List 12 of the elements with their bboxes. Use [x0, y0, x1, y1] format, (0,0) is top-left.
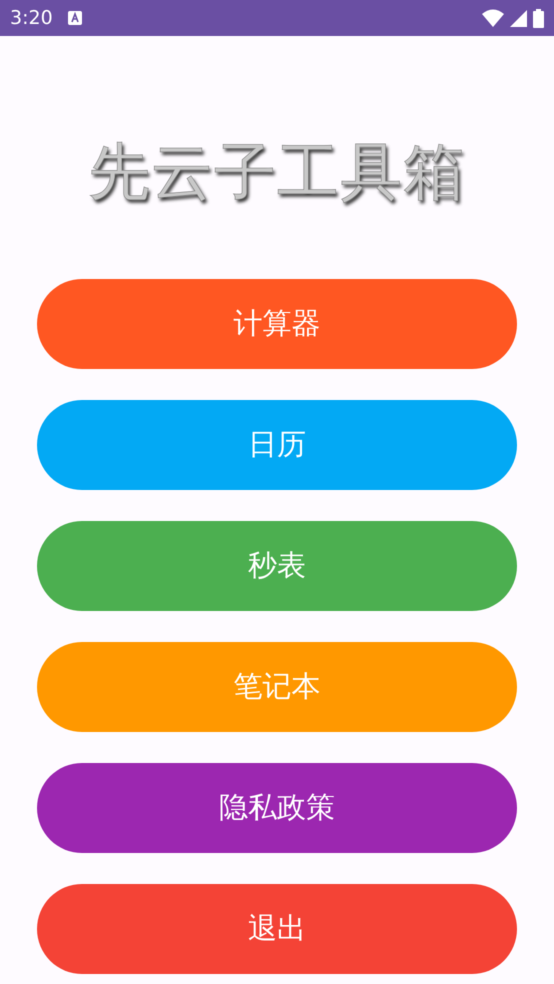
menu-button[interactable]: 笔记本	[37, 642, 517, 732]
menu-button[interactable]: 秒表	[37, 521, 517, 611]
notification-icon	[66, 10, 83, 26]
wifi-icon	[482, 9, 504, 27]
app-title: 先云子工具箱	[88, 136, 466, 208]
signal-icon	[510, 10, 527, 26]
menu-button[interactable]: 退出	[37, 884, 517, 974]
clock-time: 3:20	[10, 7, 53, 29]
menu-button[interactable]: 日历	[37, 400, 517, 490]
battery-icon	[533, 8, 544, 28]
menu-button[interactable]: 隐私政策	[37, 763, 517, 853]
menu-button[interactable]: 计算器	[37, 279, 517, 369]
